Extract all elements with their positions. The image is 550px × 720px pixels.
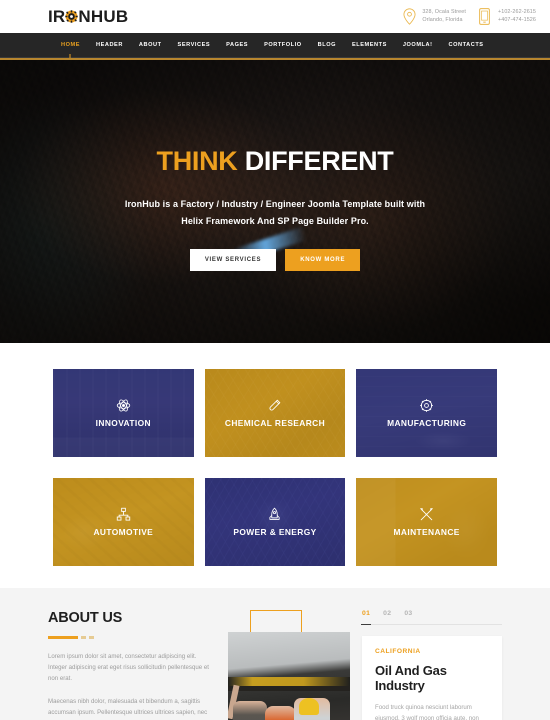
- tab-01[interactable]: 01: [360, 610, 372, 625]
- address-line-2: Orlando, Florida: [422, 17, 463, 23]
- hero-title-accent: THINK: [156, 146, 238, 176]
- service-card-title: CHEMICAL RESEARCH: [224, 418, 326, 428]
- services-section: INNOVATION CHEMICAL RESEARCH MANUFACTURI…: [0, 343, 550, 588]
- underline-bar: [48, 636, 78, 639]
- know-more-button[interactable]: KNOW MORE: [285, 249, 361, 271]
- nav-item-about[interactable]: ABOUT: [131, 33, 170, 58]
- nav-item-portfolio[interactable]: PORTFOLIO: [256, 33, 310, 58]
- nav-item-blog[interactable]: BLOG: [310, 33, 344, 58]
- hero-subtitle-line-2: Helix Framework And SP Page Builder Pro.: [181, 216, 369, 226]
- panel-description: Food truck quinoa nesciunt laborum eiusm…: [375, 704, 479, 720]
- about-text-column: ABOUT US Lorem ipsum dolor sit amet, con…: [48, 610, 216, 720]
- underline-dash-2: [89, 636, 94, 639]
- service-card-manufacturing[interactable]: MANUFACTURING: [356, 369, 497, 457]
- photo-person-2: [264, 705, 297, 720]
- phone-line-1: +102-262-2615: [497, 9, 536, 15]
- contact-phone: +102-262-2615 +407-474-1526: [479, 8, 536, 25]
- about-paragraph-2: Maecenas nibh dolor, malesuada et bibend…: [48, 698, 208, 716]
- header-contacts: 328, Ocala Street Orlando, Florida +102-…: [403, 8, 536, 25]
- homepage: IR NHUB 328, Ocala Street Orlando, Flori…: [0, 0, 550, 720]
- service-card-title: MANUFACTURING: [387, 418, 467, 428]
- service-card-maintenance[interactable]: MAINTENANCE: [356, 478, 497, 566]
- page-title: ABOUT US: [48, 610, 123, 626]
- service-card-innovation[interactable]: INNOVATION: [53, 369, 194, 457]
- tools-icon: [419, 507, 434, 522]
- site-logo[interactable]: IR NHUB: [48, 7, 128, 27]
- nav-item-services[interactable]: SERVICES: [170, 33, 219, 58]
- service-card-title: INNOVATION: [95, 418, 151, 428]
- services-grid: INNOVATION CHEMICAL RESEARCH MANUFACTURI…: [53, 369, 497, 566]
- tab-panel-01: CALIFORNIA Oil And Gas Industry Food tru…: [362, 636, 502, 720]
- photo-beam-primary: [228, 676, 350, 687]
- panel-location-label: CALIFORNIA: [375, 648, 421, 655]
- logo-text-post: NHUB: [78, 6, 129, 26]
- photo-hard-hat: [298, 698, 320, 716]
- service-card-automotive[interactable]: AUTOMOTIVE: [53, 478, 194, 566]
- title-underline-decor: [48, 636, 216, 639]
- tab-02[interactable]: 02: [383, 610, 391, 617]
- tab-list: 01 02 03: [360, 610, 502, 625]
- nav-item-joomla[interactable]: JOOMLA!: [395, 33, 441, 58]
- about-paragraph-1: Lorem ipsum dolor sit amet, consectetur …: [48, 653, 209, 682]
- hero-title: THINK DIFFERENT: [157, 146, 394, 177]
- about-image-column: [228, 610, 350, 720]
- hero-title-rest: DIFFERENT: [244, 146, 394, 176]
- hero-banner: THINK DIFFERENT IronHub is a Factory / I…: [0, 58, 550, 343]
- underline-dash-1: [81, 636, 86, 639]
- nav-item-header[interactable]: HEADER: [88, 33, 131, 58]
- service-card-chemical-research[interactable]: CHEMICAL RESEARCH: [204, 369, 346, 457]
- panel-title: Oil And Gas Industry: [375, 663, 447, 693]
- gear-icon: [65, 10, 79, 23]
- cog-icon: [419, 398, 434, 413]
- phone-line-2: +407-474-1526: [497, 17, 536, 23]
- hero-button-group: VIEW SERVICES KNOW MORE: [189, 249, 361, 271]
- photo-beam-secondary: [228, 686, 350, 692]
- hero-subtitle: IronHub is a Factory / Industry / Engine…: [125, 196, 425, 230]
- nav-item-contacts[interactable]: CONTACTS: [441, 33, 492, 58]
- rocket-icon: [267, 507, 282, 522]
- test-tube-icon: [267, 398, 282, 413]
- nav-item-pages[interactable]: PAGES: [218, 33, 256, 58]
- tab-03[interactable]: 03: [404, 610, 412, 617]
- about-section: ABOUT US Lorem ipsum dolor sit amet, con…: [0, 588, 550, 720]
- service-card-title: MAINTENANCE: [393, 527, 460, 537]
- sitemap-icon: [116, 507, 131, 522]
- nav-item-home[interactable]: HOME: [53, 33, 88, 58]
- atom-icon: [116, 398, 131, 413]
- logo-text-pre: IR: [48, 6, 66, 26]
- view-services-button[interactable]: VIEW SERVICES: [189, 249, 277, 271]
- service-card-power-energy[interactable]: POWER & ENERGY: [204, 478, 346, 566]
- map-pin-icon: [403, 8, 416, 25]
- mobile-phone-icon: [479, 8, 492, 25]
- service-card-title: AUTOMOTIVE: [93, 527, 154, 537]
- photo-person-1: [232, 700, 268, 720]
- contact-address: 328, Ocala Street Orlando, Florida: [403, 8, 466, 25]
- service-card-title: POWER & ENERGY: [233, 527, 317, 537]
- address-line-1: 328, Ocala Street: [422, 9, 466, 15]
- industrial-workers-photo: [228, 632, 350, 720]
- nav-item-elements[interactable]: ELEMENTS: [344, 33, 395, 58]
- about-tabs-column: 01 02 03 CALIFORNIA Oil And Gas Industry…: [360, 610, 502, 720]
- main-navigation: HOME HEADER ABOUT SERVICES PAGES PORTFOL…: [0, 33, 550, 58]
- top-bar: IR NHUB 328, Ocala Street Orlando, Flori…: [0, 0, 550, 33]
- hero-subtitle-line-1: IronHub is a Factory / Industry / Engine…: [124, 199, 426, 209]
